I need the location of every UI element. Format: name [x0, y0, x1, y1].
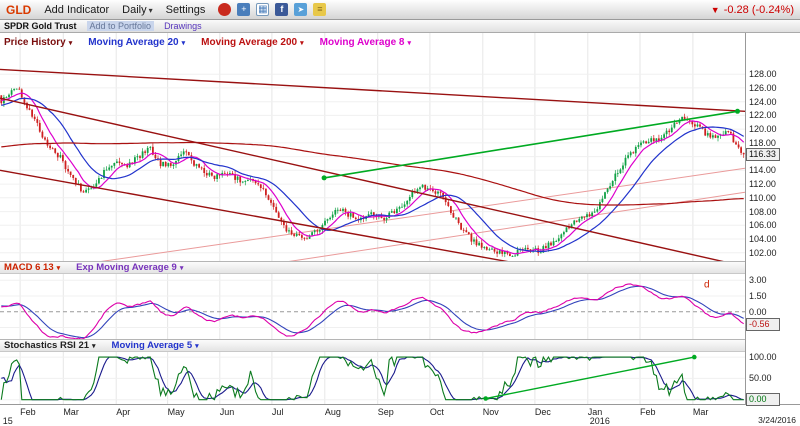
add-to-portfolio-link[interactable]: Add to Portfolio	[87, 21, 155, 31]
x-axis-month-label: Mar	[63, 407, 79, 417]
x-axis-month-label: May	[168, 407, 185, 417]
price-axis-label: 118.00	[749, 138, 776, 148]
stoch-header-item-0[interactable]: Stochastics RSI 21▾	[4, 340, 96, 351]
chevron-down-icon: ▾	[57, 264, 61, 272]
stoch-axis-label: 50.00	[749, 373, 772, 383]
indicator-label: Moving Average 5	[112, 340, 193, 351]
symbol-bar: SPDR Gold Trust Add to Portfolio Drawing…	[0, 20, 800, 33]
main-toolbar: GLD Add Indicator Daily▾ Settings +▦f➤≡ …	[0, 0, 800, 20]
interval-menu[interactable]: Daily▾	[122, 4, 152, 16]
macd-axis-label: 3.00	[749, 275, 767, 285]
macd-panel-header: MACD 6 13▾Exp Moving Average 9▾	[0, 261, 745, 274]
macd-chart[interactable]: d	[0, 274, 745, 339]
stochastics-panel-header: Stochastics RSI 21▾Moving Average 5▾	[0, 339, 745, 352]
x-axis-month-label: Apr	[116, 407, 130, 417]
change-text: -0.28 (-0.24%)	[724, 4, 794, 16]
price-axis-label: 102.00	[749, 248, 777, 258]
price-axis-label: 120.00	[749, 124, 777, 134]
last-price-badge: 116.33	[746, 148, 780, 161]
price-axis-label: 128.00	[749, 69, 777, 79]
chevron-down-icon: ▾	[195, 342, 199, 350]
price-axis-label: 114.00	[749, 165, 776, 175]
price-axis-label: 122.00	[749, 110, 777, 120]
x-axis-year-label: 15	[3, 416, 13, 426]
settings-menu[interactable]: Settings	[166, 4, 206, 16]
price-chart[interactable]	[0, 33, 745, 261]
facebook-icon[interactable]: f	[275, 3, 288, 16]
price-change: ▼ -0.28 (-0.24%)	[711, 4, 794, 16]
x-axis-month-label: Nov	[483, 407, 499, 417]
record-icon[interactable]	[218, 3, 231, 16]
price-axis-label: 110.00	[749, 193, 776, 203]
x-axis-month-label: Jul	[272, 407, 284, 417]
price-axis-label: 104.00	[749, 234, 777, 244]
x-axis-month-label: Sep	[378, 407, 394, 417]
indicator-label: MACD 6 13	[4, 262, 54, 273]
indicator-label: Exp Moving Average 9	[76, 262, 177, 273]
indicator-label: Stochastics RSI 21	[4, 340, 89, 351]
price-axis-label: 108.00	[749, 207, 777, 217]
add-indicator-menu[interactable]: Add Indicator	[44, 4, 109, 16]
x-axis-month-label: Aug	[325, 407, 341, 417]
price-axis[interactable]: 128.00 126.00 124.00 122.00 120.00 118.00116.…	[745, 33, 800, 404]
macd-axis-label: 1.50	[749, 291, 767, 301]
svg-text:d: d	[704, 280, 710, 291]
x-axis-month-label: Mar	[693, 407, 709, 417]
share-icon[interactable]: ➤	[294, 3, 307, 16]
price-axis-label: 106.00	[749, 220, 777, 230]
macd-value-badge: -0.56	[746, 318, 780, 331]
macd-axis-label: 0.00	[749, 307, 767, 317]
current-date-label: 3/24/2016	[758, 415, 796, 425]
x-axis-month-label: Dec	[535, 407, 551, 417]
x-axis-month-label: Jun	[220, 407, 235, 417]
symbol-name: SPDR Gold Trust	[4, 21, 77, 31]
stochastics-chart[interactable]	[0, 352, 745, 404]
notes-icon[interactable]: ≡	[313, 3, 326, 16]
macd-header-item-0[interactable]: MACD 6 13▾	[4, 262, 60, 273]
x-axis-year-label: 2016	[590, 416, 610, 426]
stoch-value-badge: 0.00	[746, 393, 780, 406]
chevron-down-icon: ▾	[149, 6, 153, 15]
interval-label: Daily	[122, 4, 146, 16]
price-axis-label: 112.00	[749, 179, 776, 189]
x-axis-month-label: Feb	[640, 407, 656, 417]
grid-icon[interactable]: +	[237, 3, 250, 16]
ticker-symbol: GLD	[6, 3, 31, 17]
price-axis-label: 124.00	[749, 97, 777, 107]
time-axis[interactable]: 3/24/2016 Feb Mar Apr May Jun Jul Aug Sep Oct Nov…	[0, 404, 800, 426]
stoch-axis-label: 100.00	[749, 352, 777, 362]
down-arrow-icon: ▼	[711, 5, 720, 15]
chevron-down-icon: ▾	[180, 264, 184, 272]
x-axis-month-label: Oct	[430, 407, 444, 417]
toolbar-icons: + ▦ f ➤ ≡	[218, 3, 326, 16]
bar-chart-icon[interactable]: ▦	[256, 3, 269, 16]
price-axis-label: 126.00	[749, 83, 777, 93]
drawings-menu[interactable]: Drawings	[164, 21, 202, 31]
chevron-down-icon: ▾	[92, 342, 96, 350]
stoch-header-item-1[interactable]: Moving Average 5▾	[112, 340, 199, 351]
x-axis-month-label: Feb	[20, 407, 36, 417]
charting-app-window: GLD Add Indicator Daily▾ Settings +▦f➤≡ …	[0, 0, 800, 426]
macd-header-item-1[interactable]: Exp Moving Average 9▾	[76, 262, 183, 273]
